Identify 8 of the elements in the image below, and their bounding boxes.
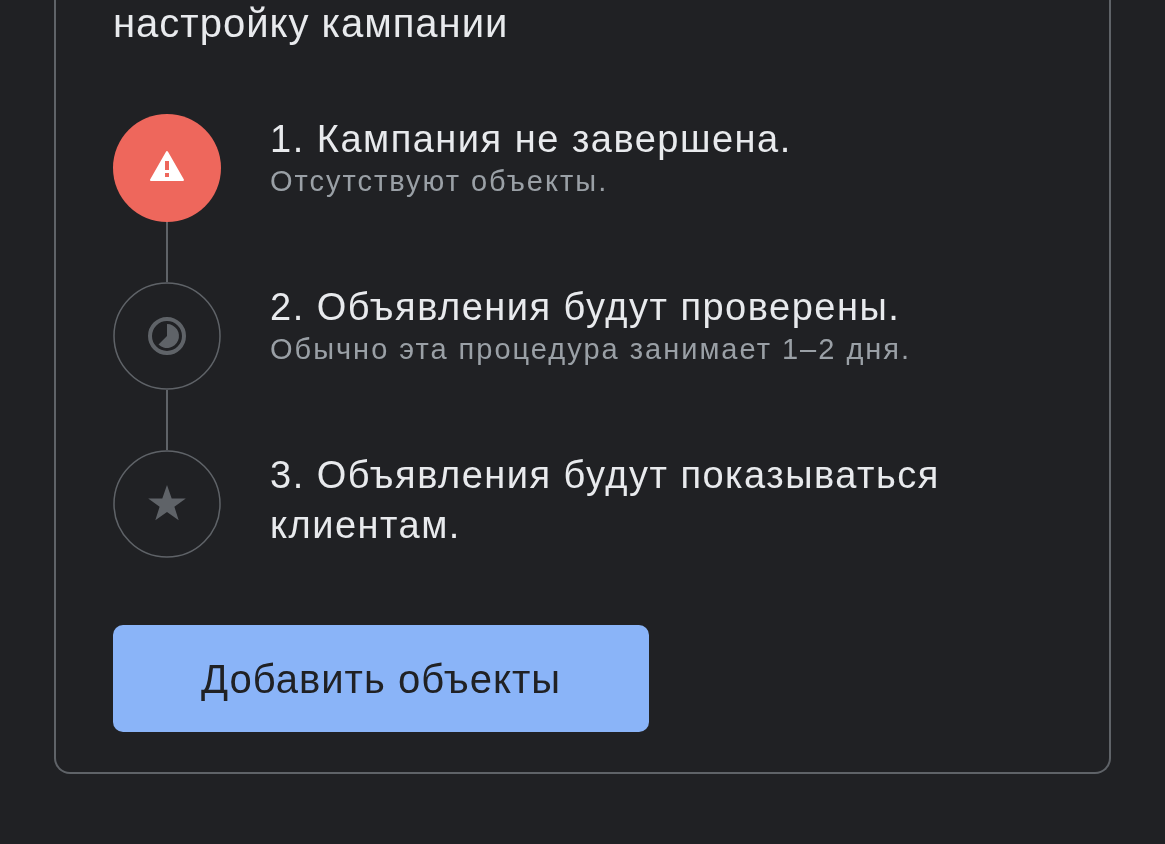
step-title: 3. Объявления будут показываться клиентам. (270, 453, 941, 548)
step-title: 2. Объявления будут проверены. (270, 285, 902, 330)
card-title: настройку кампании (113, 0, 510, 46)
add-objects-button[interactable]: Добавить объекты (113, 625, 649, 732)
step-title: 1. Кампания не завершена. (270, 117, 793, 162)
warning-icon (113, 114, 221, 222)
step-description: Отсутствуют объекты. (270, 164, 610, 198)
step-description: Обычно эта процедура занимает 1–2 дня. (270, 332, 913, 366)
